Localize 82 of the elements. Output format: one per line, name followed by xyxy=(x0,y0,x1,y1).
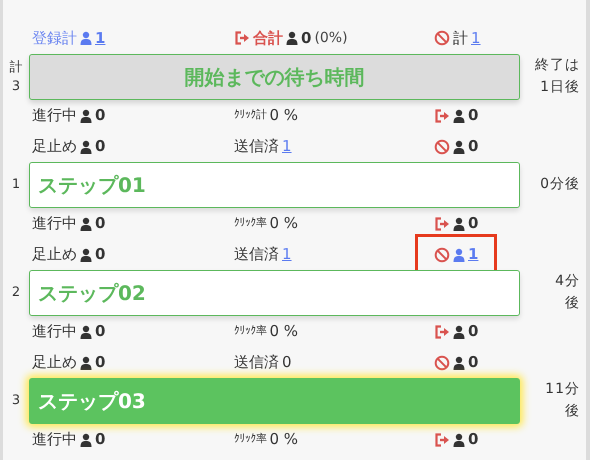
percent-text: (0%) xyxy=(314,28,348,48)
count-link[interactable]: 1 xyxy=(282,243,292,266)
user-icon xyxy=(80,324,92,340)
count-value: 0 xyxy=(468,321,478,342)
timing-text: 0分後 xyxy=(540,175,580,194)
stat-label: 送信済 xyxy=(234,136,279,158)
user-icon xyxy=(80,108,92,124)
count-value: 0 xyxy=(95,321,106,342)
ban-icon xyxy=(434,246,450,262)
step-number: 1 xyxy=(10,176,22,194)
step-card[interactable]: ステップ02 xyxy=(29,270,520,316)
stat-label: 進行中 xyxy=(32,213,77,234)
exit-icon xyxy=(434,324,450,340)
timing-text: 11分 xyxy=(545,380,580,400)
count-value: 0 xyxy=(468,352,478,374)
user-icon xyxy=(453,354,465,370)
count-value: 0 % xyxy=(270,213,298,234)
timing-text: 1日後 xyxy=(540,78,580,97)
count-value: 0 xyxy=(95,429,106,450)
step-card[interactable]: ステップ01 xyxy=(29,162,520,208)
count-value: 0 xyxy=(95,352,106,374)
count-value: 0 xyxy=(468,105,478,126)
count-value: 0 xyxy=(95,136,106,158)
count-value: 0 xyxy=(468,429,478,450)
user-icon xyxy=(453,108,465,124)
user-icon xyxy=(80,138,92,154)
exit-icon xyxy=(434,432,450,448)
step-number: 2 xyxy=(10,284,22,302)
timing-text: 後 xyxy=(565,294,580,313)
user-icon xyxy=(286,30,298,46)
count-link[interactable]: 1 xyxy=(282,135,292,158)
user-icon xyxy=(80,216,92,232)
stat-label: 合計 xyxy=(253,28,283,49)
count-link[interactable]: 1 xyxy=(468,243,478,266)
user-icon xyxy=(80,354,92,370)
count-value: 0 xyxy=(282,352,292,374)
step-card[interactable]: ステップ03 xyxy=(29,378,520,424)
count-value: 0 xyxy=(301,28,312,49)
user-icon xyxy=(80,246,92,262)
ban-icon xyxy=(434,354,450,370)
timing-text: 4分 xyxy=(555,272,580,292)
stat-label: 足止め xyxy=(32,136,77,158)
count-value: 0 xyxy=(95,213,106,234)
count-value: 0 % xyxy=(270,321,298,342)
count-value: 0 % xyxy=(270,105,298,126)
step-number: 計3 xyxy=(10,58,22,96)
stat-label: 進行中 xyxy=(32,321,77,342)
step-card[interactable]: 開始までの待ち時間 xyxy=(29,54,520,100)
stat-label: 送信済 xyxy=(234,244,279,266)
stat-label: 進行中 xyxy=(32,429,77,450)
ban-icon xyxy=(434,138,450,154)
stat-label: ｸﾘｯｸ率 xyxy=(234,431,266,448)
stat-label: ｸﾘｯｸ計 xyxy=(234,107,266,124)
timing-text: 終了は xyxy=(535,56,580,76)
stat-label: 足止め xyxy=(32,352,77,374)
count-link[interactable]: 1 xyxy=(95,26,106,50)
count-link[interactable]: 1 xyxy=(471,26,481,50)
count-value: 0 xyxy=(468,213,478,234)
user-icon xyxy=(453,138,465,154)
count-value: 0 xyxy=(95,105,106,126)
count-value: 0 xyxy=(95,244,106,266)
exit-icon xyxy=(234,30,250,46)
ban-icon xyxy=(434,30,450,46)
stat-label: ｸﾘｯｸ率 xyxy=(234,323,266,340)
stat-label: 送信済 xyxy=(234,352,279,374)
user-icon xyxy=(453,432,465,448)
user-icon xyxy=(453,324,465,340)
exit-icon xyxy=(434,216,450,232)
step-number: 3 xyxy=(10,392,22,410)
user-icon xyxy=(453,246,465,262)
stat-label: 登録計 xyxy=(32,28,77,49)
timing-text: 後 xyxy=(565,402,580,421)
user-icon xyxy=(80,432,92,448)
stat-label: 計 xyxy=(453,28,468,49)
stat-label: 足止め xyxy=(32,244,77,266)
stat-label: ｸﾘｯｸ率 xyxy=(234,215,266,232)
exit-icon xyxy=(434,108,450,124)
count-value: 0 % xyxy=(270,429,298,450)
stat-label: 進行中 xyxy=(32,105,77,126)
user-icon xyxy=(80,30,92,46)
user-icon xyxy=(453,216,465,232)
count-value: 0 xyxy=(468,136,478,158)
